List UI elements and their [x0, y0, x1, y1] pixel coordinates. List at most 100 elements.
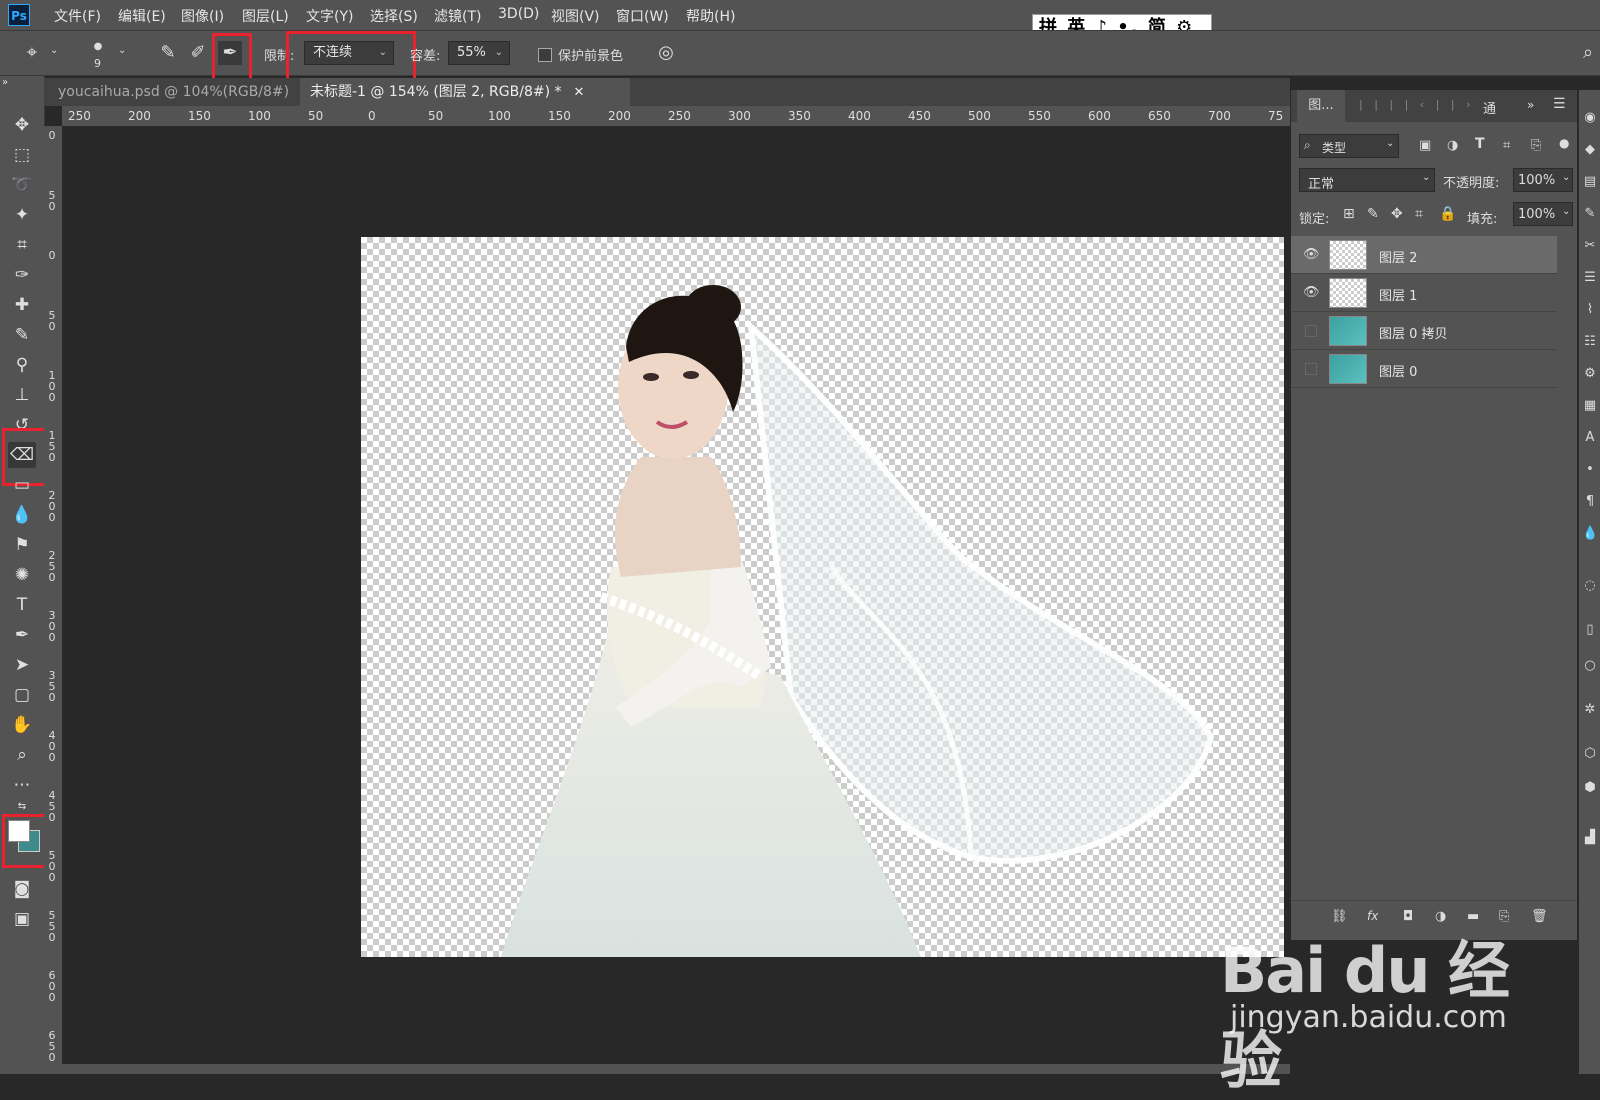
history-icon[interactable]: ☷: [1582, 334, 1598, 350]
healing-brush-tool-icon[interactable]: ✚: [8, 292, 36, 318]
screen-mode-icon[interactable]: ▣: [8, 906, 36, 932]
star-icon[interactable]: ✲: [1582, 702, 1598, 718]
hand-tool-icon[interactable]: ✋: [8, 712, 36, 738]
tools-icon[interactable]: ✂: [1582, 238, 1598, 254]
visibility-toggle[interactable]: [1305, 363, 1317, 375]
blend-mode-select[interactable]: 正常 ⌄: [1299, 168, 1435, 192]
history-brush-tool-icon[interactable]: ↺: [8, 412, 36, 438]
filter-shape-icon[interactable]: ⌗: [1503, 138, 1510, 153]
magic-eraser-preset-icon[interactable]: ⌖: [20, 41, 44, 65]
new-layer-icon[interactable]: ⎘: [1499, 909, 1509, 924]
trash-icon[interactable]: 🗑: [1531, 909, 1548, 924]
more-tools-icon[interactable]: ⋯: [8, 772, 36, 798]
filter-type-icon[interactable]: T: [1475, 136, 1485, 152]
marquee-tool-icon[interactable]: ⬚: [8, 142, 36, 168]
pen-tool-icon[interactable]: ✒: [8, 622, 36, 648]
adjustments-icon[interactable]: ▤: [1582, 174, 1598, 190]
link-layers-icon[interactable]: ⛓: [1331, 909, 1348, 924]
menu-select[interactable]: 选择(S): [370, 6, 418, 26]
menu-filter[interactable]: 滤镜(T): [434, 6, 481, 26]
dodge-tool-icon[interactable]: ⚑: [8, 532, 36, 558]
character-icon[interactable]: A: [1582, 430, 1598, 446]
tab-youcaihua[interactable]: youcaihua.psd @ 104%(RGB/8#)✕: [48, 78, 312, 106]
filter-smart-icon[interactable]: ⎘: [1531, 138, 1541, 153]
menu-file[interactable]: 文件(F): [54, 6, 101, 26]
filter-adjustment-icon[interactable]: ◑: [1447, 138, 1458, 153]
type-tool-icon[interactable]: T: [8, 592, 36, 618]
swap-colors-icon[interactable]: ⇆: [8, 800, 36, 814]
sample-continuous-icon[interactable]: ✎: [156, 41, 180, 65]
zoom-tool-icon[interactable]: ⌕: [8, 742, 36, 768]
brush-dropdown-arrow[interactable]: ⌄: [118, 45, 126, 56]
layers-icon[interactable]: ◆: [1582, 142, 1598, 158]
eyedropper-tool-icon[interactable]: ✑: [8, 262, 36, 288]
brush-dot-icon[interactable]: ●: [86, 35, 110, 59]
cube-icon[interactable]: ⬢: [1582, 780, 1598, 796]
quick-mask-icon[interactable]: ◙: [8, 876, 36, 902]
menu-type[interactable]: 文字(Y): [306, 6, 353, 26]
lock-artboard-icon[interactable]: ⌗: [1415, 206, 1423, 222]
layer-row[interactable]: 图层 0 拷贝: [1291, 312, 1557, 350]
layer-row[interactable]: 图层 0: [1291, 350, 1557, 388]
layer-filter-select[interactable]: ⌕ 类型 ⌄: [1299, 134, 1399, 158]
tab-channels[interactable]: 通: [1483, 98, 1496, 117]
preset-dropdown-arrow[interactable]: ⌄: [50, 45, 58, 56]
frame-icon[interactable]: ▯: [1582, 622, 1598, 638]
glyph-icon[interactable]: •: [1582, 462, 1598, 478]
pressure-icon[interactable]: ◎: [654, 41, 678, 65]
tolerance-input[interactable]: 55% ⌄: [448, 41, 510, 65]
visibility-toggle[interactable]: [1305, 325, 1317, 337]
menu-3d[interactable]: 3D(D): [498, 6, 539, 22]
lasso-tool-icon[interactable]: ➰: [8, 172, 36, 198]
shape-tool-icon[interactable]: ▢: [8, 682, 36, 708]
histogram-icon[interactable]: ▟: [1582, 830, 1598, 846]
opacity-input[interactable]: 100% ⌄: [1513, 168, 1573, 192]
clone-stamp-tool-icon[interactable]: ⚲: [8, 352, 36, 378]
menu-edit[interactable]: 编辑(E): [118, 6, 166, 26]
stamp-tool-icon[interactable]: ⊥: [8, 382, 36, 408]
list-icon[interactable]: ☰: [1582, 270, 1598, 286]
menu-help[interactable]: 帮助(H): [686, 6, 735, 26]
search-icon[interactable]: ⌕: [1576, 41, 1600, 65]
brush-icon[interactable]: ✎: [1582, 206, 1598, 222]
move-tool-icon[interactable]: ✥: [8, 112, 36, 138]
menu-layer[interactable]: 图层(L): [242, 6, 289, 26]
panel-menu-icon[interactable]: ☰: [1553, 96, 1566, 112]
drop-icon[interactable]: 💧: [1582, 526, 1598, 542]
magic-eraser-tool-icon[interactable]: ⌫: [8, 442, 36, 468]
panel-icon[interactable]: ◉: [1582, 110, 1598, 126]
properties-icon[interactable]: ⚙: [1582, 366, 1598, 382]
foreground-color-swatch[interactable]: [8, 820, 30, 842]
limit-select[interactable]: 不连续 ⌄: [304, 41, 394, 65]
new-group-icon[interactable]: ▬: [1467, 909, 1479, 924]
sample-once-icon[interactable]: ✐: [186, 41, 210, 65]
sample-background-icon[interactable]: ✒: [218, 41, 242, 65]
tab-layers[interactable]: 图...: [1297, 90, 1345, 122]
menu-image[interactable]: 图像(I): [181, 6, 224, 26]
lock-transparent-icon[interactable]: ⊞: [1343, 206, 1355, 222]
eye-icon[interactable]: 👁: [1303, 247, 1320, 263]
crop-tool-icon[interactable]: ⌗: [8, 232, 36, 258]
magic-wand-tool-icon[interactable]: ✦: [8, 202, 36, 228]
menu-view[interactable]: 视图(V): [551, 6, 600, 26]
add-mask-icon[interactable]: ◘: [1403, 909, 1413, 924]
circle-icon[interactable]: ○: [1582, 658, 1598, 674]
filter-toggle-icon[interactable]: ●: [1559, 136, 1569, 150]
close-icon[interactable]: ✕: [574, 85, 585, 100]
document-canvas[interactable]: [361, 237, 1284, 957]
gradient-tool-icon[interactable]: ▭: [8, 472, 36, 498]
path-select-tool-icon[interactable]: ➤: [8, 652, 36, 678]
fx-icon[interactable]: fx: [1367, 909, 1378, 923]
grid-icon[interactable]: ▦: [1582, 398, 1598, 414]
protect-foreground-checkbox[interactable]: [538, 48, 552, 62]
eye-icon[interactable]: 👁: [1303, 285, 1320, 301]
lock-position-icon[interactable]: ✥: [1391, 206, 1403, 222]
blur-tool-icon[interactable]: 💧: [8, 502, 36, 528]
3d-icon[interactable]: ⬡: [1582, 746, 1598, 762]
layer-row[interactable]: 👁 图层 1: [1291, 274, 1557, 312]
tab-untitled-1[interactable]: 未标题-1 @ 154% (图层 2, RGB/8#) * ✕: [300, 78, 630, 106]
collapse-icon[interactable]: »: [2, 76, 30, 90]
brush-tool-icon[interactable]: ✎: [8, 322, 36, 348]
adjustment-layer-icon[interactable]: ◑: [1435, 909, 1446, 924]
paragraph-icon[interactable]: ¶: [1582, 494, 1598, 510]
